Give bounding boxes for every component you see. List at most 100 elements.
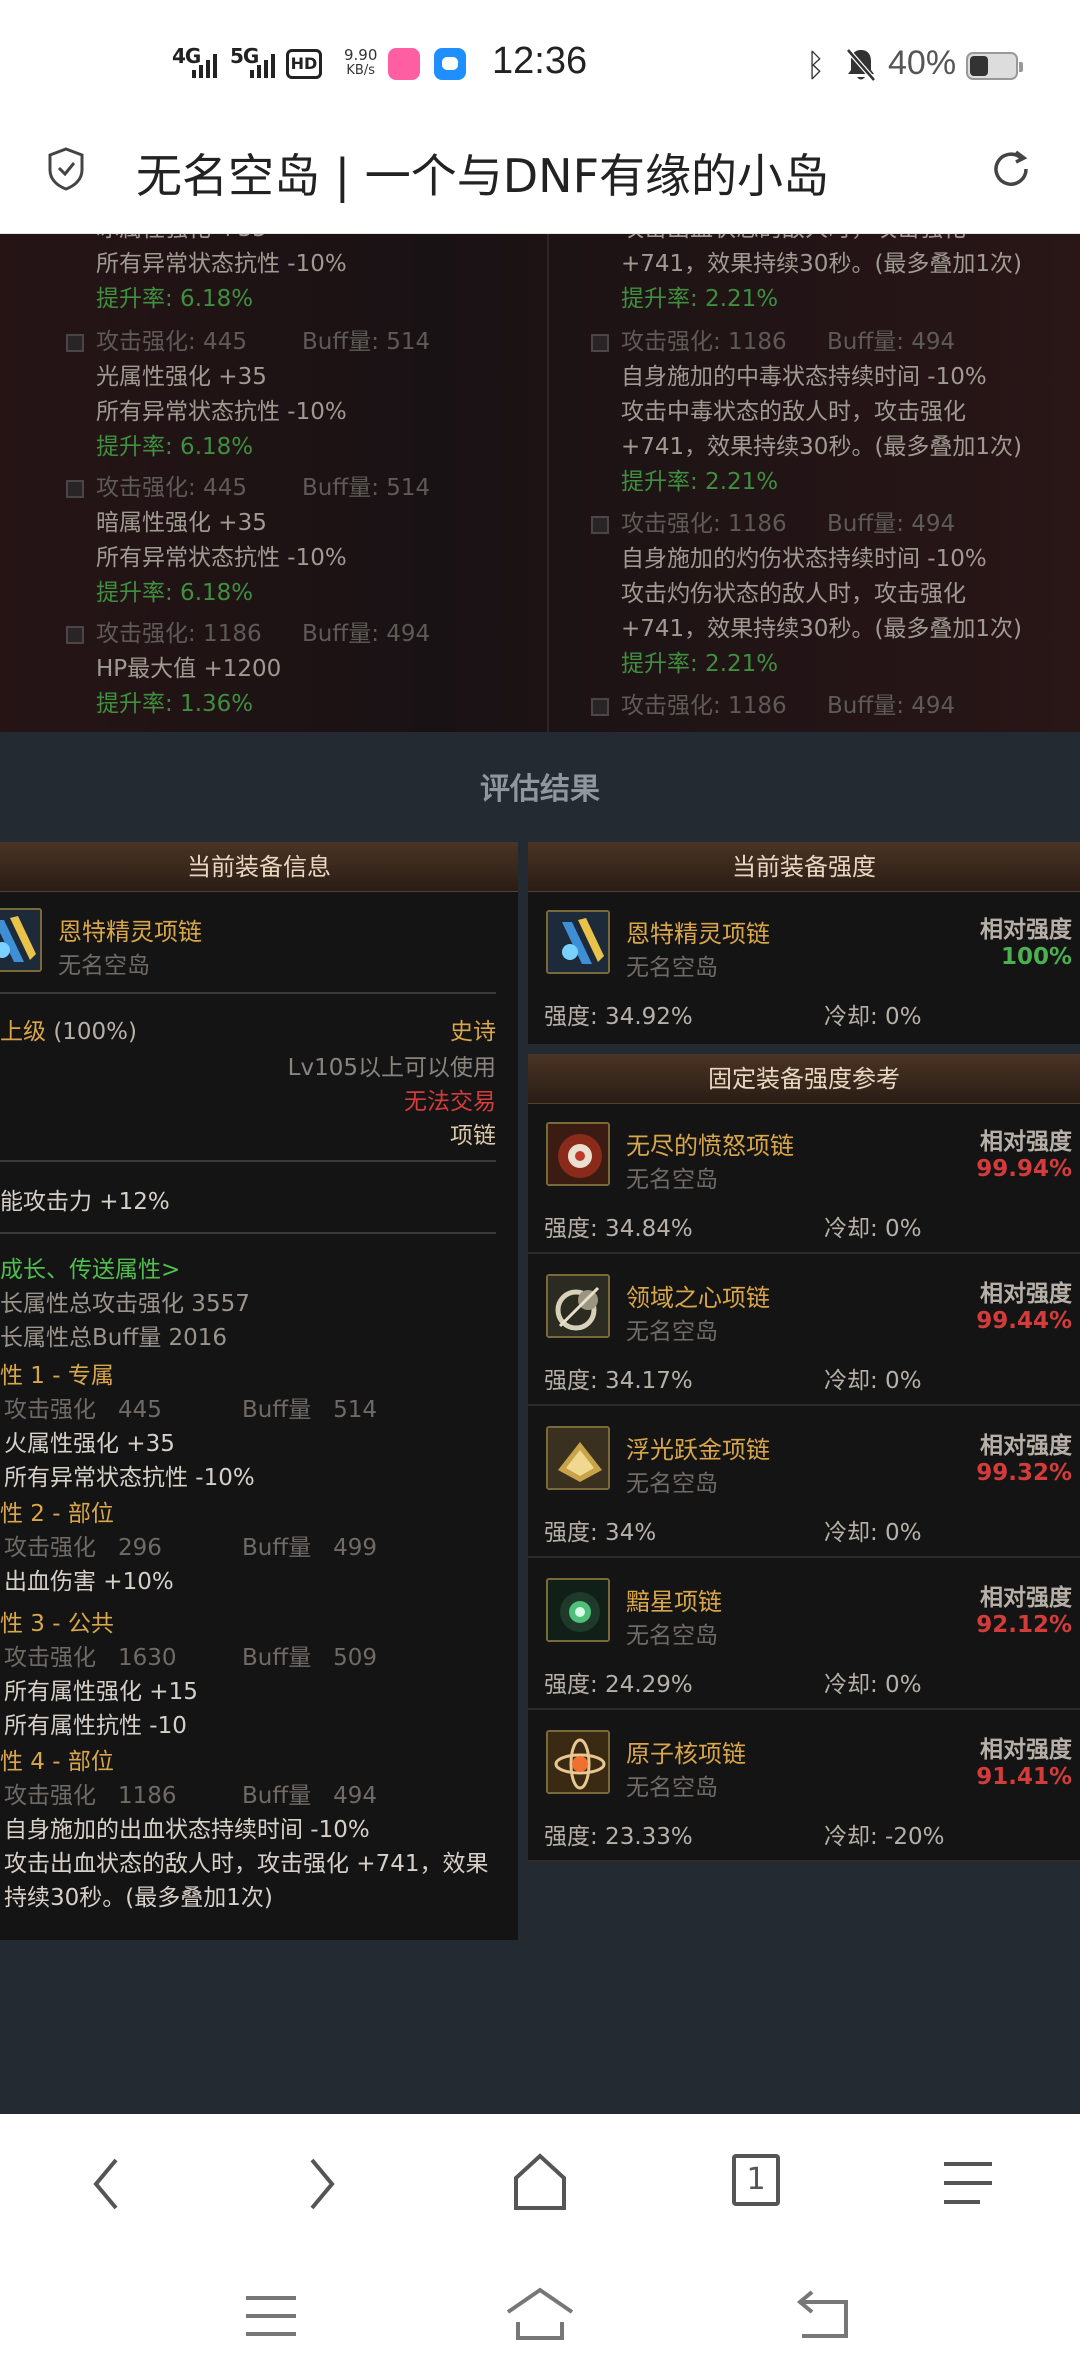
clock: 12:36 (492, 40, 588, 82)
recent-apps-icon[interactable] (244, 2294, 298, 2338)
option-buff: Buff量: 494 (827, 511, 956, 537)
option-rate: 提升率: 6.18% (96, 434, 254, 460)
growth-buff-total: 长属性总Buff量 2016 (0, 1325, 228, 1351)
option-checkbox[interactable] (591, 334, 609, 352)
page-title[interactable]: 无名空岛 | 一个与DNF有缘的小岛 (136, 140, 829, 206)
option-list-panels: 冰属性强化 +35 所有异常状态抗性 -10% 提升率: 6.18% 攻击强化:… (0, 234, 1080, 732)
reference-card[interactable]: 浮光跃金项链 无名空岛 相对强度 99.32% 强度: 34% 冷却: 0% (528, 1408, 1080, 1558)
option-line: 所有异常状态抗性 -10% (96, 251, 347, 277)
option-checkbox[interactable] (66, 480, 84, 498)
relative-strength-label: 相对强度 (980, 1129, 1072, 1155)
forward-icon[interactable] (296, 2152, 346, 2216)
option-header-cut: 攻击出血状态的敌人时，攻击强化 (621, 234, 1022, 247)
option-attack: 攻击强化: 445 (96, 329, 247, 355)
option-header: 攻击强化: 1186 Buff量: 494 (621, 325, 1022, 360)
option-line: 暗属性强化 +35 (96, 510, 267, 536)
reference-card[interactable]: 原子核项链 无名空岛 相对强度 91.41% 强度: 23.33% 冷却: -2… (528, 1712, 1080, 1862)
necklace-item-icon (546, 910, 610, 974)
chat-notification-icon (434, 48, 466, 80)
option-entry: 攻击强化: 1186 Buff量: 494 HP最大值 +1200 提升率: 1.… (96, 617, 430, 722)
relative-strength-label: 相对强度 (980, 1737, 1072, 1763)
option-checkbox[interactable] (66, 334, 84, 352)
option-checkbox[interactable] (591, 516, 609, 534)
cooldown-value: 冷却: 0% (824, 1672, 922, 1698)
item-source: 无名空岛 (626, 1623, 718, 1649)
attribute-title: 性 1 - 专属 (0, 1363, 114, 1389)
attack-label: 攻击强化 (4, 1397, 96, 1423)
attribute-line: 出血伤害 +10% (4, 1569, 174, 1595)
item-grade-label: 上级 (0, 1019, 46, 1045)
strength-card[interactable]: 恩特精灵项链 无名空岛 相对强度 100% 强度: 34.92% 冷却: 0% (528, 892, 1080, 1042)
strength-value: 强度: 34% (544, 1520, 657, 1546)
tabs-icon[interactable]: 1 (732, 2154, 780, 2206)
hd-voice-icon: HD (286, 49, 322, 79)
system-home-icon[interactable] (504, 2286, 576, 2342)
relative-strength-value: 91.41% (976, 1764, 1072, 1790)
item-name: 恩特精灵项链 (626, 920, 770, 948)
mute-bell-icon (846, 48, 876, 82)
signal-5g-icon (250, 52, 275, 78)
cooldown-value: 冷却: 0% (824, 1368, 922, 1394)
result-title: 评估结果 (480, 772, 600, 807)
option-line: +741，效果持续30秒。(最多叠加1次) (621, 251, 1023, 277)
panel-header: 当前装备信息 (0, 842, 518, 892)
option-list-right: 攻击出血状态的敌人时，攻击强化 +741，效果持续30秒。(最多叠加1次) 提升… (547, 234, 1080, 732)
option-rate: 提升率: 2.21% (621, 651, 779, 677)
relative-strength-label: 相对强度 (980, 917, 1072, 943)
buff-value: 509 (333, 1645, 378, 1671)
option-checkbox[interactable] (591, 698, 609, 716)
atomic-core-necklace-icon (546, 1730, 610, 1794)
growth-header: 成长、传送属性> (0, 1257, 181, 1283)
relative-strength-label: 相对强度 (980, 1585, 1072, 1611)
home-icon[interactable] (510, 2150, 570, 2214)
option-buff: Buff量: 494 (827, 693, 956, 719)
system-back-icon[interactable] (794, 2288, 852, 2340)
attribute-title: 性 3 - 公共 (0, 1611, 114, 1637)
battery-percentage: 40% (888, 44, 957, 82)
reload-icon[interactable] (986, 144, 1036, 194)
app-notification-icon (388, 48, 420, 80)
back-icon[interactable] (82, 2152, 132, 2216)
option-line: 攻击灼伤状态的敌人时，攻击强化 (621, 581, 966, 607)
buff-stat: Buff量 499 (242, 1528, 377, 1562)
system-navigation-bar (0, 2256, 1080, 2376)
option-line: +741，效果持续30秒。(最多叠加1次) (621, 616, 1023, 642)
item-source: 无名空岛 (626, 955, 718, 981)
buff-label: Buff量 (242, 1645, 312, 1671)
reference-card[interactable]: 无尽的愤怒项链 无名空岛 相对强度 99.94% 强度: 34.84% 冷却: … (528, 1104, 1080, 1254)
main-stat: 能攻击力 +12% (0, 1189, 170, 1215)
item-name: 恩特精灵项链 (58, 918, 202, 946)
attack-label: 攻击强化 (4, 1535, 96, 1561)
divider (0, 992, 496, 994)
growth-attack-total: 长属性总攻击强化 3557 (0, 1291, 250, 1317)
buff-label: Buff量 (242, 1783, 312, 1809)
option-checkbox[interactable] (66, 626, 84, 644)
option-header: 攻击强化: 1186 Buff量: 494 (621, 689, 955, 724)
attribute-stats: 攻击强化 445 Buff量 514 (4, 1390, 377, 1424)
menu-icon[interactable] (940, 2158, 996, 2208)
attribute-stats: 攻击强化 1630 Buff量 509 (4, 1638, 377, 1672)
current-equipment-info-panel: 当前装备信息 恩特精灵项链 无名空岛 上级 (100%) 史诗 Lv105以上可… (0, 842, 518, 1940)
option-header: 攻击强化: 1186 Buff量: 494 (621, 507, 1022, 542)
option-line: 所有异常状态抗性 -10% (96, 545, 347, 571)
page-content[interactable]: 冰属性强化 +35 所有异常状态抗性 -10% 提升率: 6.18% 攻击强化:… (0, 234, 1080, 2114)
relative-strength-value: 100% (1000, 944, 1072, 970)
option-rate: 提升率: 6.18% (96, 580, 254, 606)
reference-card[interactable]: 黯星项链 无名空岛 相对强度 92.12% 强度: 24.29% 冷却: 0% (528, 1560, 1080, 1710)
domain-heart-necklace-icon (546, 1274, 610, 1338)
strength-value: 强度: 34.17% (544, 1368, 693, 1394)
cooldown-value: 冷却: 0% (824, 1004, 922, 1030)
cooldown-value: 冷却: 0% (824, 1216, 922, 1242)
attribute-line: 攻击出血状态的敌人时，攻击强化 +741，效果 (4, 1851, 489, 1877)
item-grade-pct: (100%) (53, 1019, 138, 1045)
security-shield-icon[interactable] (46, 146, 86, 192)
option-buff: Buff量: 494 (827, 329, 956, 355)
reference-card[interactable]: 领域之心项链 无名空岛 相对强度 99.44% 强度: 34.17% 冷却: 0… (528, 1256, 1080, 1406)
item-source: 无名空岛 (626, 1167, 718, 1193)
buff-value: 499 (333, 1535, 378, 1561)
dark-star-necklace-icon (546, 1578, 610, 1642)
divider (0, 1160, 496, 1162)
attribute-title: 性 2 - 部位 (0, 1501, 114, 1527)
option-list-left: 冰属性强化 +35 所有异常状态抗性 -10% 提升率: 6.18% 攻击强化:… (0, 234, 546, 732)
strength-value: 强度: 34.92% (544, 1004, 693, 1030)
